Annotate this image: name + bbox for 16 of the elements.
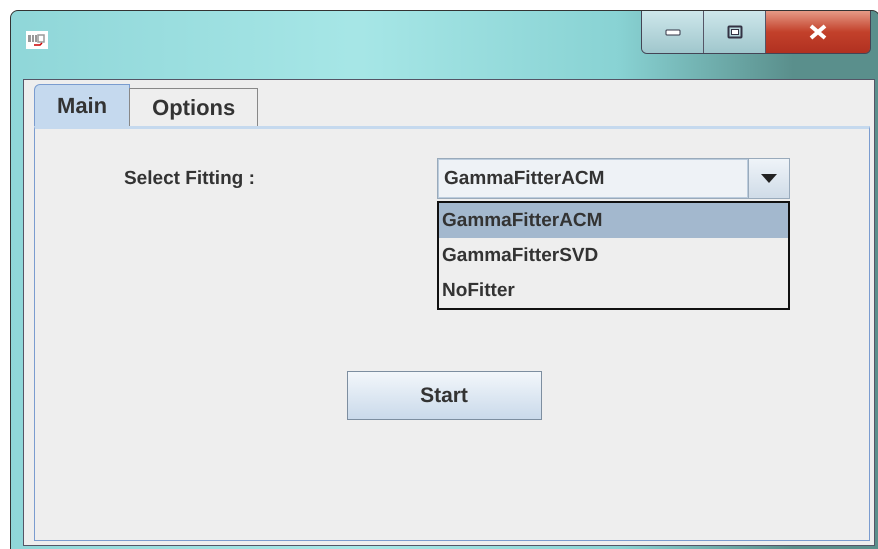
logo-icon [26,31,48,49]
close-icon [808,24,828,40]
tab[interactable]: Main [34,84,130,126]
field-label: Select Fitting : [124,168,256,190]
caret-icon [761,174,777,183]
start-button[interactable]: Start [346,371,542,420]
dropdown-option[interactable]: GammaFitterACM [439,203,788,238]
minimize-icon [664,28,680,36]
fitting-dropdown[interactable]: GammaFitterACM [437,158,790,199]
minimize-button[interactable] [642,11,704,53]
close-button[interactable] [766,11,870,53]
dropdown-option[interactable]: NoFitter [439,273,788,308]
tab[interactable]: Options [129,88,258,126]
maximize-button[interactable] [704,11,766,53]
dropdown-option[interactable]: GammaFitterSVD [439,238,788,273]
maximize-icon [726,25,742,39]
